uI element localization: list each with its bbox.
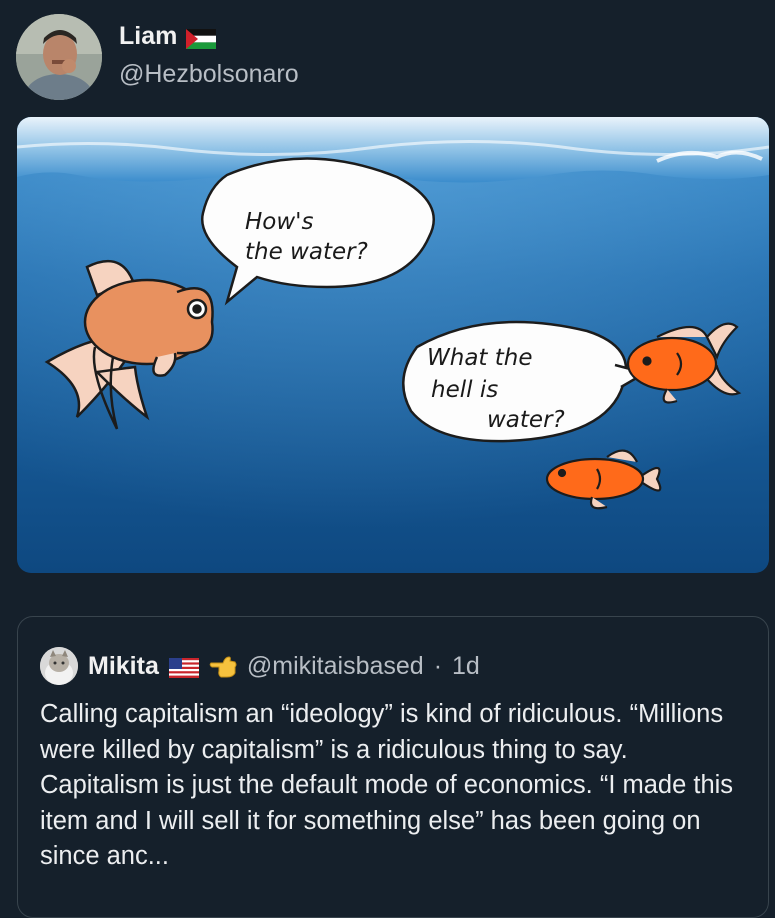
bubble-1-line-2: the water? bbox=[245, 239, 368, 265]
quoted-tweet-time[interactable]: 1d bbox=[452, 652, 480, 681]
quoted-tweet-header: Mikita @mikitaisbased · 1d bbox=[40, 647, 480, 685]
bubble-2-line-2: hell is bbox=[431, 377, 498, 403]
usa-flag-icon bbox=[168, 656, 199, 678]
author-avatar[interactable] bbox=[16, 14, 102, 100]
quoted-author-handle[interactable]: @mikitaisbased bbox=[247, 652, 424, 681]
quoted-tweet-card[interactable]: Mikita @mikitaisbased · 1d Calling capit… bbox=[17, 616, 769, 918]
separator-dot: · bbox=[433, 651, 443, 680]
pointing-hand-icon bbox=[209, 653, 237, 679]
bubble-2-line-3: water? bbox=[487, 407, 565, 433]
avatar-image bbox=[16, 14, 102, 100]
author-handle[interactable]: @Hezbolsonaro bbox=[119, 60, 299, 89]
quoted-author-name[interactable]: Mikita bbox=[88, 652, 159, 681]
quoted-tweet-body: Calling capitalism an “ideology” is kind… bbox=[40, 700, 734, 870]
palestine-flag-icon bbox=[186, 27, 217, 49]
bubble-1-line-1: How's bbox=[245, 209, 314, 235]
tweet-media-image[interactable]: How's the water? What the hell is water? bbox=[17, 117, 769, 573]
author-name[interactable]: Liam bbox=[119, 22, 177, 51]
bubble-2-line-1: What the bbox=[427, 345, 533, 371]
author-name-row: Liam bbox=[119, 22, 217, 51]
fish-water-comic: How's the water? What the hell is water? bbox=[17, 117, 769, 573]
quoted-author-avatar[interactable] bbox=[40, 647, 78, 685]
